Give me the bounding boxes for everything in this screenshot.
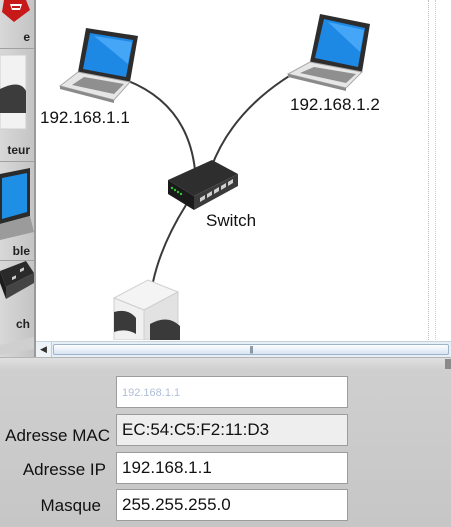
subnet-mask-label: Masque bbox=[40, 496, 101, 515]
subnet-mask-field[interactable]: 255.255.255.0 bbox=[116, 489, 348, 521]
palette-item-laptop[interactable]: ble bbox=[0, 162, 34, 260]
laptop-icon bbox=[286, 14, 370, 91]
server-icon bbox=[112, 279, 180, 340]
node-label: 192.168.1.1 bbox=[40, 108, 130, 127]
node-label: 192.168.1.2 bbox=[290, 95, 380, 114]
canvas-horizontal-scrollbar[interactable]: ◀ ||| bbox=[36, 341, 451, 358]
chevron-left-icon: ◀ bbox=[40, 344, 47, 354]
panel-splitter[interactable] bbox=[0, 357, 451, 370]
scrollbar-thumb[interactable]: ||| bbox=[53, 344, 449, 355]
laptop-icon bbox=[58, 28, 138, 103]
ip-address-label: Adresse IP bbox=[22, 460, 106, 479]
palette-item-label: teur bbox=[7, 143, 30, 157]
switch-icon bbox=[0, 261, 34, 299]
scrollbar-grip: ||| bbox=[249, 345, 253, 354]
mac-address-label: Adresse MAC bbox=[5, 426, 110, 445]
node-label: Switch bbox=[206, 211, 257, 230]
node-server[interactable] bbox=[108, 278, 188, 340]
palette-item-label: e bbox=[23, 30, 30, 44]
device-name-field[interactable]: 192.168.1.1 bbox=[116, 376, 348, 408]
computer-tower-icon bbox=[0, 54, 27, 130]
node-laptop-1[interactable] bbox=[54, 24, 144, 104]
palette-item-label: ch bbox=[15, 317, 30, 331]
scroll-left-button[interactable]: ◀ bbox=[36, 342, 52, 357]
ip-address-field[interactable]: 192.168.1.1 bbox=[116, 452, 348, 484]
laptop-icon bbox=[0, 168, 34, 240]
palette-item-device[interactable]: e bbox=[0, 0, 34, 48]
red-device-icon bbox=[2, 0, 30, 22]
device-palette: e teur ble ch bbox=[0, 0, 36, 358]
splitter-handle[interactable] bbox=[445, 359, 451, 369]
mac-address-field[interactable]: EC:54:C5:F2:11:D3 bbox=[116, 414, 348, 446]
palette-next-icon bbox=[0, 337, 34, 355]
palette-item-label: ble bbox=[12, 244, 30, 258]
node-laptop-2[interactable] bbox=[284, 12, 374, 92]
switch-icon bbox=[168, 160, 238, 210]
link-switch-server[interactable] bbox=[152, 204, 187, 283]
palette-item-switch[interactable]: ch bbox=[0, 261, 34, 358]
network-canvas[interactable]: 192.168.1.1 192.168.1.2 Switch bbox=[36, 0, 451, 340]
palette-item-computer[interactable]: teur bbox=[0, 49, 34, 161]
node-switch[interactable] bbox=[164, 158, 240, 212]
properties-panel: 192.168.1.1 Adresse MAC EC:54:C5:F2:11:D… bbox=[0, 370, 451, 527]
